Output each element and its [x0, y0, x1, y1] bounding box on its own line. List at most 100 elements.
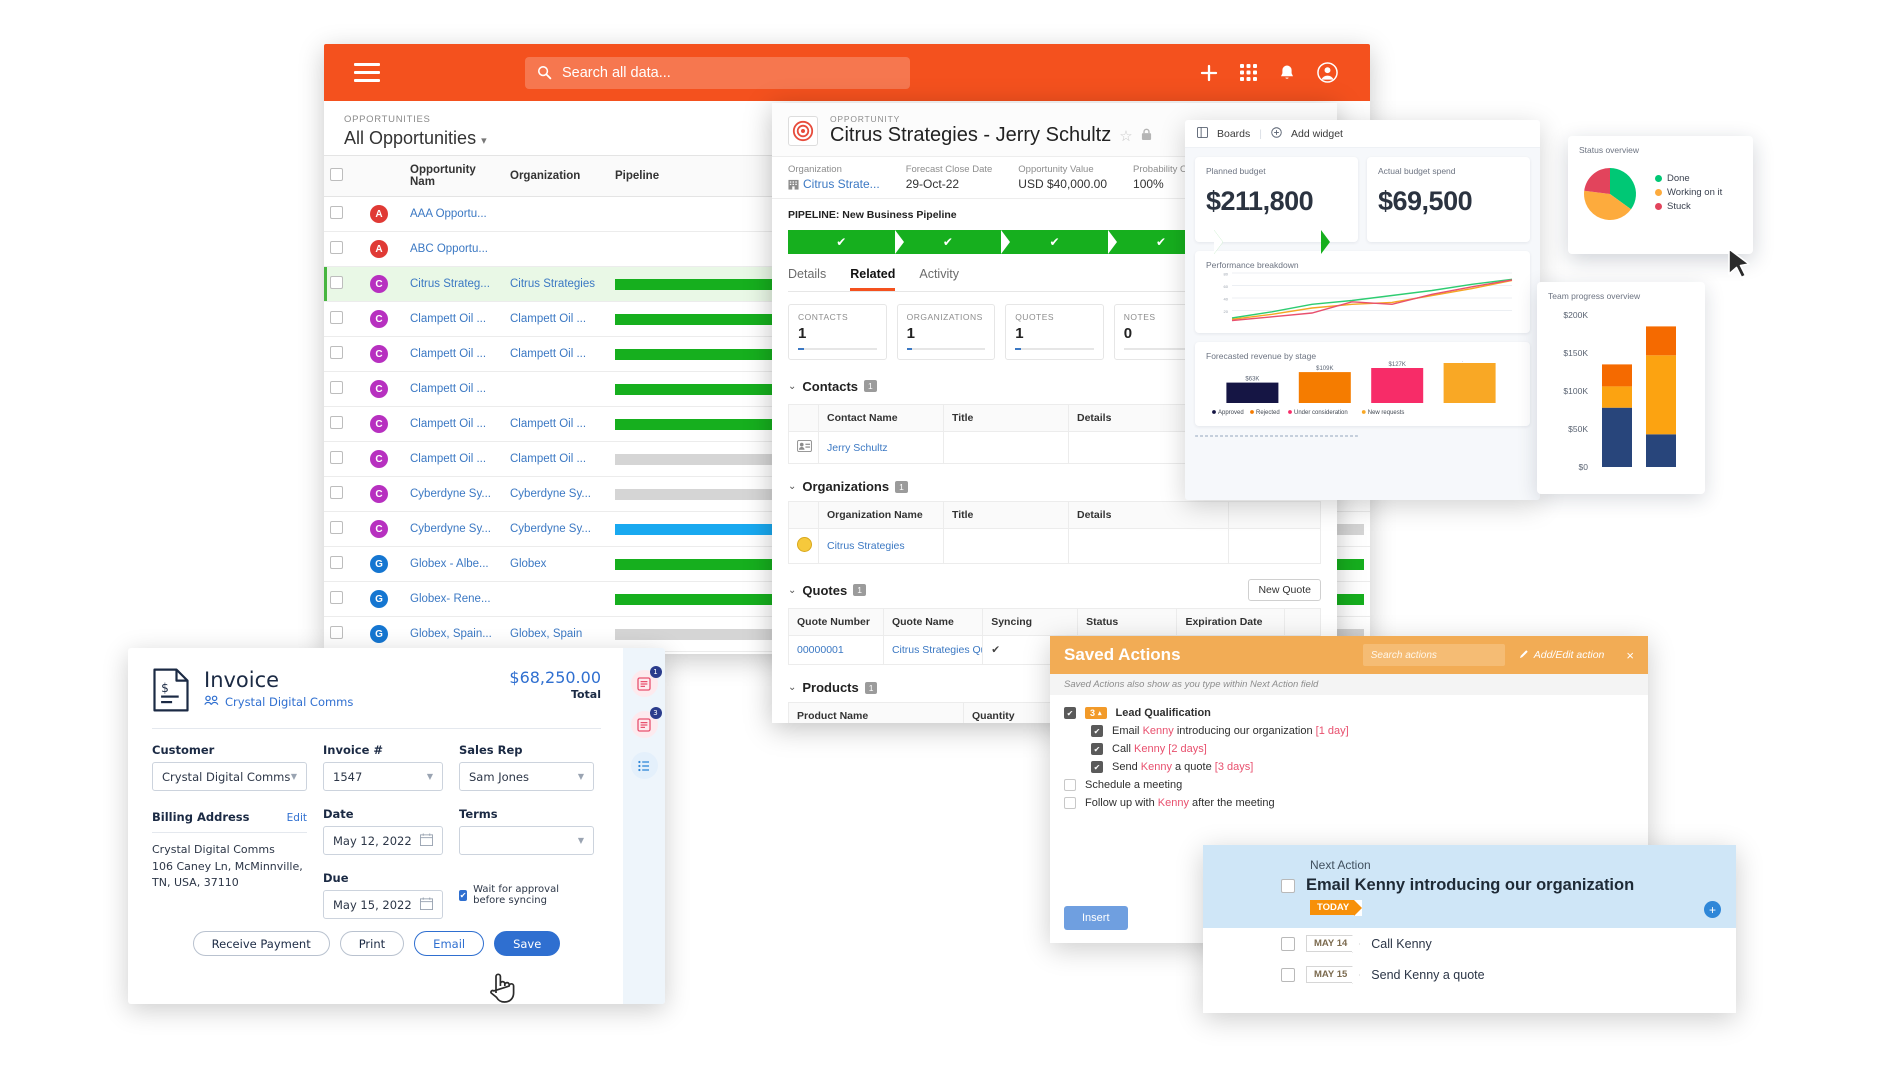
boards-label[interactable]: Boards	[1217, 128, 1250, 140]
opportunity-name-cell[interactable]: Clampett Oil ...	[404, 406, 504, 442]
row-checkbox-cell[interactable]	[324, 231, 364, 267]
invoice-number-select[interactable]: 1547 ▼	[323, 762, 443, 791]
opportunity-name-cell[interactable]: Cyberdyne Sy...	[404, 476, 504, 512]
opportunity-name-cell[interactable]: Clampett Oil ...	[404, 371, 504, 407]
customer-select[interactable]: Crystal Digital Comms ▼	[152, 762, 307, 791]
quote-number-cell[interactable]: 00000001	[788, 635, 884, 665]
terms-select[interactable]: ▼	[459, 826, 594, 855]
opportunity-name-cell[interactable]: Clampett Oil ...	[404, 441, 504, 477]
search-actions-input[interactable]: Search actions	[1362, 644, 1505, 666]
organization-cell[interactable]: Clampett Oil ...	[504, 406, 609, 442]
table-row[interactable]: Citrus Strategies	[788, 528, 1321, 564]
organization-cell[interactable]: Cyberdyne Sy...	[504, 476, 609, 512]
row-checkbox[interactable]	[330, 591, 343, 604]
organization-cell[interactable]: Clampett Oil ...	[504, 301, 609, 337]
row-checkbox-cell[interactable]	[324, 406, 364, 442]
row-checkbox[interactable]	[330, 521, 343, 534]
saved-action-item[interactable]: ✔ Send Kenny a quote [3 days]	[1064, 758, 1634, 776]
date-field[interactable]: May 12, 2022	[323, 826, 443, 855]
organization-cell[interactable]	[504, 371, 609, 407]
widget-team-progress[interactable]: Team progress overview $0 $50K $100K $150K $…	[1537, 282, 1705, 494]
close-icon[interactable]: ×	[1626, 648, 1634, 663]
item-checkbox[interactable]: ✔	[1091, 743, 1103, 755]
row-checkbox-cell[interactable]	[324, 476, 364, 512]
activity-list-icon[interactable]	[630, 752, 658, 779]
organization-cell[interactable]	[504, 231, 609, 267]
wait-approval-row[interactable]: ✔ Wait for approval before syncing	[459, 884, 594, 906]
due-date-field[interactable]: May 15, 2022	[323, 890, 443, 919]
saved-action-item[interactable]: Schedule a meeting	[1064, 776, 1634, 794]
column-header-opportunity-name[interactable]: Opportunity Nam	[404, 155, 504, 197]
row-checkbox-cell[interactable]	[324, 336, 364, 372]
add-action-icon[interactable]: +	[1704, 901, 1721, 918]
next-action-checkbox[interactable]	[1281, 878, 1295, 893]
select-all-checkbox[interactable]	[330, 168, 343, 181]
row-checkbox-cell[interactable]	[324, 546, 364, 582]
opportunity-name-cell[interactable]: Globex, Spain...	[404, 616, 504, 652]
insert-button[interactable]: Insert	[1064, 906, 1128, 930]
add-icon[interactable]	[1200, 64, 1218, 82]
meta-value[interactable]: Citrus Strate...	[788, 177, 880, 191]
edit-billing-address-link[interactable]: Edit	[287, 812, 307, 824]
organization-cell[interactable]: Clampett Oil ...	[504, 336, 609, 372]
organization-cell[interactable]: Citrus Strategies	[504, 266, 609, 302]
wait-approval-checkbox[interactable]: ✔	[459, 889, 468, 901]
add-widget-label[interactable]: Add widget	[1291, 128, 1343, 140]
saved-action-item[interactable]: ✔ Call Kenny [2 days]	[1064, 740, 1634, 758]
organization-cell[interactable]	[504, 196, 609, 232]
organization-cell[interactable]: Clampett Oil ...	[504, 441, 609, 477]
organization-cell[interactable]	[504, 581, 609, 617]
widget-performance-breakdown[interactable]: Performance breakdown 80 60 40 20	[1195, 251, 1530, 333]
item-checkbox[interactable]	[1281, 967, 1295, 982]
chevron-down-icon[interactable]: ⌄	[788, 682, 796, 693]
column-header-organization[interactable]: Organization	[504, 155, 609, 197]
tab-activity[interactable]: Activity	[919, 267, 959, 291]
row-checkbox[interactable]	[330, 416, 343, 429]
saved-action-item[interactable]: Follow up with Kenny after the meeting	[1064, 794, 1634, 812]
calendar-icon[interactable]	[420, 896, 433, 913]
opportunity-name-cell[interactable]: AAA Opportu...	[404, 196, 504, 232]
opportunity-name-cell[interactable]: Clampett Oil ...	[404, 336, 504, 372]
tab-related[interactable]: Related	[850, 267, 896, 291]
search-input[interactable]: Search all data...	[525, 56, 910, 89]
row-checkbox[interactable]	[330, 241, 343, 254]
opportunity-name-cell[interactable]: Cyberdyne Sy...	[404, 511, 504, 547]
opportunity-name-cell[interactable]: ABC Opportu...	[404, 231, 504, 267]
item-checkbox[interactable]	[1064, 797, 1076, 809]
group-checkbox[interactable]: ✔	[1064, 707, 1076, 719]
widget-actual-budget-spend[interactable]: Actual budget spend $69,500	[1367, 157, 1530, 242]
apps-grid-icon[interactable]	[1240, 64, 1257, 81]
select-all-header[interactable]	[324, 155, 364, 197]
attachments-icon[interactable]: 3	[630, 707, 662, 738]
quote-name-cell[interactable]: Citrus Strategies Qu...	[882, 635, 984, 665]
favorite-star-icon[interactable]: ☆	[1119, 127, 1132, 145]
organization-name-cell[interactable]: Citrus Strategies	[818, 528, 944, 564]
row-checkbox[interactable]	[330, 206, 343, 219]
receive-payment-button[interactable]: Receive Payment	[192, 931, 330, 956]
opportunity-name-cell[interactable]: Citrus Strateg...	[404, 266, 504, 302]
add-edit-action-button[interactable]: Add/Edit action	[1519, 649, 1604, 662]
user-avatar-icon[interactable]	[1317, 62, 1338, 83]
row-checkbox-cell[interactable]	[324, 371, 364, 407]
chevron-down-icon[interactable]: ⌄	[788, 381, 796, 392]
saved-action-group[interactable]: ✔ 3 ▴ Lead Qualification	[1064, 704, 1634, 722]
opportunity-name-cell[interactable]: Globex- Rene...	[404, 581, 504, 617]
email-button[interactable]: Email	[414, 931, 485, 956]
notifications-bell-icon[interactable]	[1279, 64, 1295, 82]
chevron-down-icon[interactable]: ⌄	[788, 481, 796, 492]
item-checkbox[interactable]: ✔	[1091, 725, 1103, 737]
organization-cell[interactable]: Cyberdyne Sy...	[504, 511, 609, 547]
tab-details[interactable]: Details	[788, 267, 826, 291]
group-count-badge[interactable]: 3 ▴	[1085, 707, 1107, 719]
organization-cell[interactable]: Globex, Spain	[504, 616, 609, 652]
new-quote-button[interactable]: New Quote	[1248, 579, 1321, 601]
row-checkbox-cell[interactable]	[324, 581, 364, 617]
chevron-down-icon[interactable]: ⌄	[788, 585, 796, 596]
widget-status-overview[interactable]: Status overview Done Working on it Stuck	[1568, 136, 1753, 254]
row-checkbox[interactable]	[330, 276, 343, 289]
pipeline-stage-2[interactable]: ✔	[894, 230, 1010, 254]
contact-name-cell[interactable]: Jerry Schultz	[818, 431, 944, 464]
sales-rep-select[interactable]: Sam Jones ▼	[459, 762, 594, 791]
row-checkbox-cell[interactable]	[324, 441, 364, 477]
row-checkbox[interactable]	[330, 381, 343, 394]
